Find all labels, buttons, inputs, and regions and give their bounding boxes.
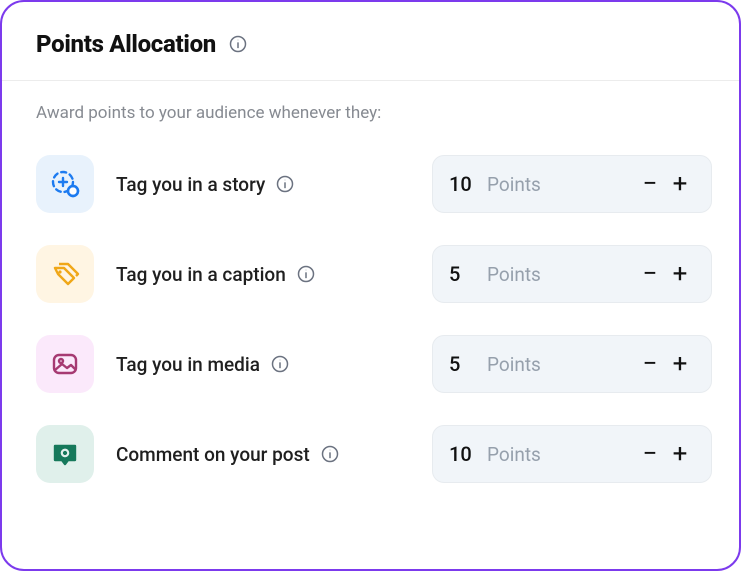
points-unit: Points (487, 263, 635, 286)
allocation-rows: Tag you in a story 10 Points − + (2, 131, 739, 499)
decrement-button[interactable]: − (635, 439, 665, 469)
row-label-wrap: Tag you in a caption (94, 263, 432, 286)
allocation-row-story: Tag you in a story 10 Points − + (36, 139, 705, 229)
allocation-row-media: Tag you in media 5 Points − + (36, 319, 705, 409)
row-label: Comment on your post (116, 443, 310, 466)
points-stepper-comment: 10 Points − + (432, 425, 712, 483)
allocation-row-caption: Tag you in a caption 5 Points − + (36, 229, 705, 319)
row-label-wrap: Comment on your post (94, 443, 432, 466)
row-label: Tag you in a story (116, 173, 265, 196)
card-header: Points Allocation (2, 2, 739, 81)
row-label: Tag you in a caption (116, 263, 286, 286)
decrement-button[interactable]: − (635, 349, 665, 379)
caption-icon-tile (36, 245, 94, 303)
tag-icon (49, 258, 81, 290)
comment-icon-tile (36, 425, 94, 483)
allocation-row-comment: Comment on your post 10 Points − + (36, 409, 705, 499)
subhead-text: Award points to your audience whenever t… (2, 81, 739, 131)
points-stepper-caption: 5 Points − + (432, 245, 712, 303)
comment-mention-icon (49, 438, 81, 470)
add-story-icon (49, 168, 81, 200)
story-icon-tile (36, 155, 94, 213)
points-value: 5 (449, 262, 487, 286)
points-unit: Points (487, 353, 635, 376)
increment-button[interactable]: + (665, 439, 695, 469)
page-title: Points Allocation (36, 30, 216, 58)
increment-button[interactable]: + (665, 349, 695, 379)
points-unit: Points (487, 443, 635, 466)
decrement-button[interactable]: − (635, 169, 665, 199)
row-label-wrap: Tag you in media (94, 353, 432, 376)
decrement-button[interactable]: − (635, 259, 665, 289)
points-value: 10 (449, 172, 487, 196)
info-icon[interactable] (320, 444, 340, 464)
points-unit: Points (487, 173, 635, 196)
points-stepper-media: 5 Points − + (432, 335, 712, 393)
info-icon[interactable] (228, 34, 248, 54)
info-icon[interactable] (270, 354, 290, 374)
points-value: 5 (449, 352, 487, 376)
info-icon[interactable] (296, 264, 316, 284)
increment-button[interactable]: + (665, 169, 695, 199)
media-icon-tile (36, 335, 94, 393)
info-icon[interactable] (275, 174, 295, 194)
points-allocation-card: Points Allocation Award points to your a… (0, 0, 741, 571)
row-label-wrap: Tag you in a story (94, 173, 432, 196)
image-icon (49, 348, 81, 380)
row-label: Tag you in media (116, 353, 260, 376)
points-value: 10 (449, 442, 487, 466)
increment-button[interactable]: + (665, 259, 695, 289)
points-stepper-story: 10 Points − + (432, 155, 712, 213)
